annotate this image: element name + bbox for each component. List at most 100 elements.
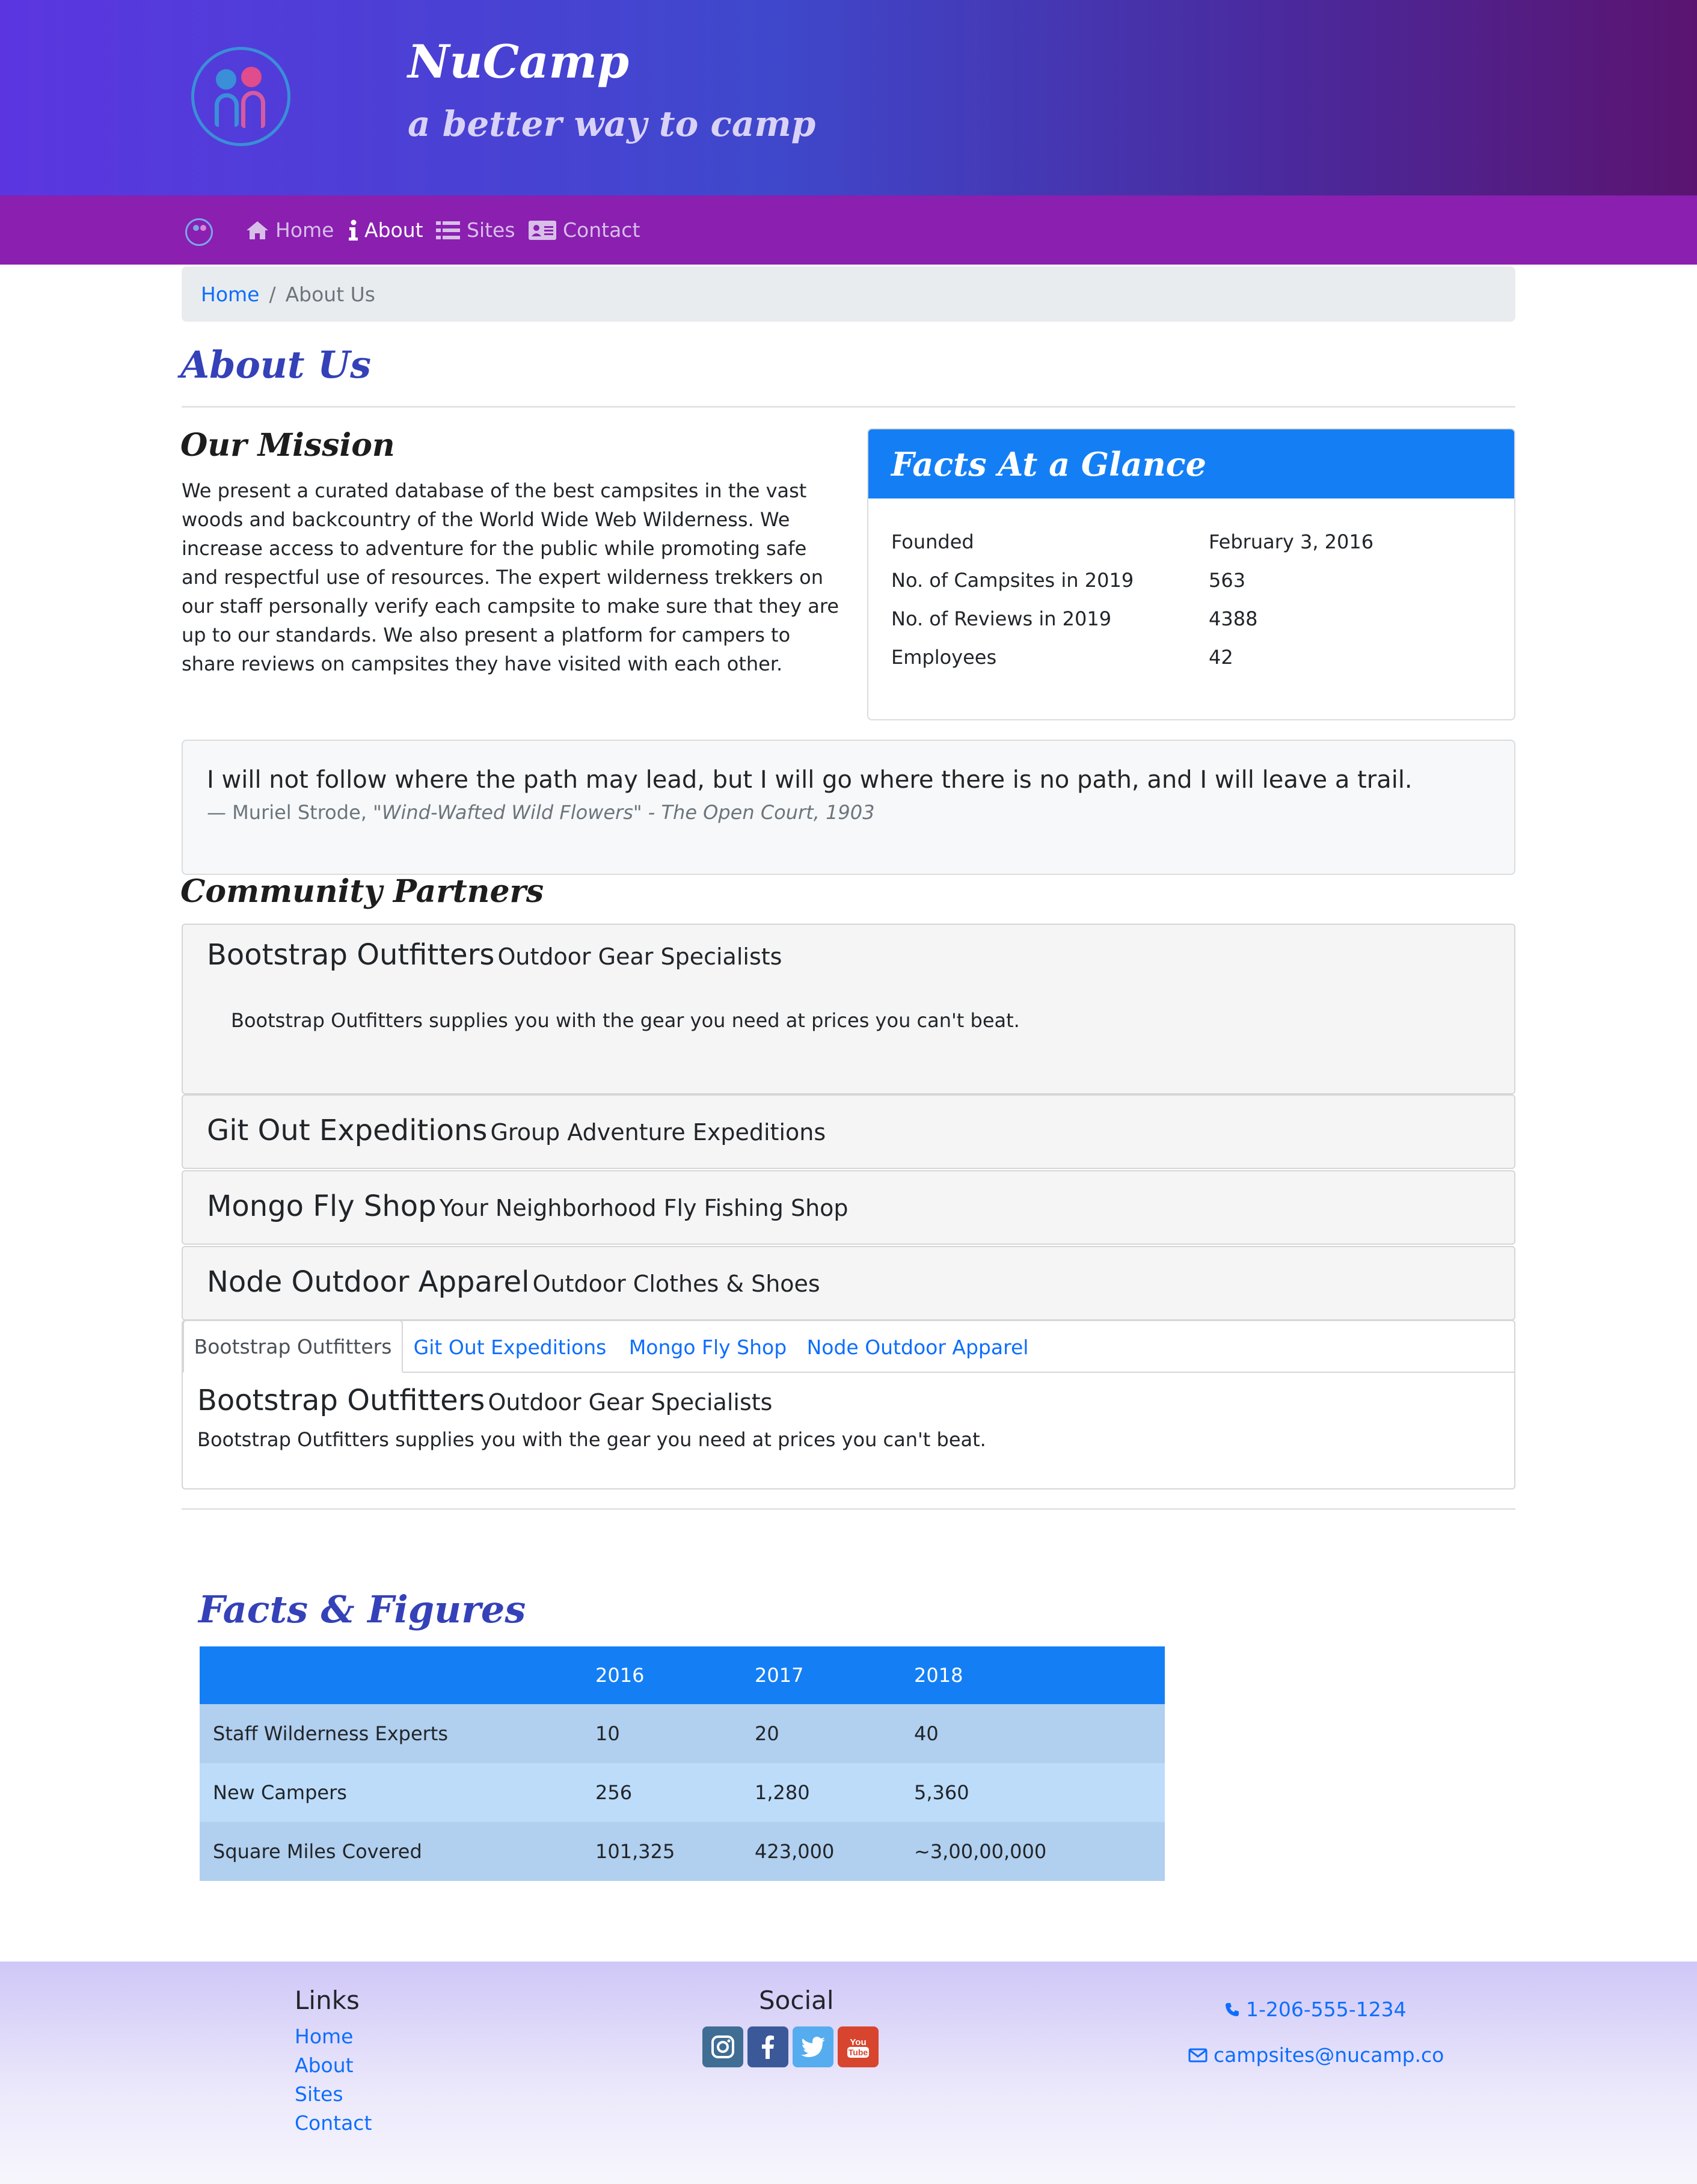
footer-email: campsites@nucamp.co: [1214, 2043, 1444, 2067]
nav-sites[interactable]: Sites: [435, 218, 515, 242]
facebook-icon[interactable]: [747, 2026, 788, 2067]
table-cell: Staff Wilderness Experts: [200, 1704, 595, 1763]
table-row: Square Miles Covered 101,325 423,000 ~3,…: [200, 1822, 1165, 1881]
footer-phone: 1-206-555-1234: [1246, 1998, 1407, 2021]
facts-card-header: Facts At a Glance: [868, 429, 1514, 498]
column-header: 2018: [914, 1646, 1165, 1704]
figures-heading: Facts & Figures: [198, 1587, 526, 1631]
breadcrumb: Home / About Us: [182, 266, 1515, 322]
breadcrumb-current: About Us: [285, 282, 375, 306]
partner-tabs: Bootstrap Outfitters Git Out Expeditions…: [182, 1320, 1515, 1489]
table-cell: 1,280: [755, 1763, 914, 1822]
quote-source: "Wind-Wafted Wild Flowers" - The Open Co…: [373, 801, 875, 824]
footer-link-home[interactable]: Home: [295, 2025, 353, 2048]
partner-subtitle: Outdoor Gear Specialists: [497, 943, 782, 970]
accordion-header[interactable]: Bootstrap Outfitters Outdoor Gear Specia…: [207, 938, 782, 972]
fact-value: 42: [1209, 646, 1233, 669]
fact-value: 563: [1209, 569, 1246, 592]
quote-text: I will not follow where the path may lea…: [207, 766, 1413, 794]
navbar-logo[interactable]: [185, 218, 213, 246]
instagram-icon[interactable]: [702, 2026, 743, 2067]
footer: Links Home About Sites Contact Social Yo…: [0, 1962, 1697, 2184]
fact-row: Founded February 3, 2016: [891, 523, 1491, 561]
column-header: 2017: [755, 1646, 914, 1704]
accordion-item-mongo-fly-shop[interactable]: Mongo Fly Shop Your Neighborhood Fly Fis…: [182, 1170, 1515, 1245]
table-cell: 10: [595, 1704, 755, 1763]
nav-sites-label: Sites: [467, 218, 515, 242]
fact-label: Employees: [891, 646, 997, 669]
breadcrumb-home-link[interactable]: Home: [201, 283, 259, 306]
nucamp-logo: [191, 47, 290, 146]
footer-link-about[interactable]: About: [295, 2054, 354, 2077]
table-header-row: 2016 2017 2018: [200, 1646, 1165, 1704]
accordion-item-bootstrap-outfitters[interactable]: Bootstrap Outfitters Outdoor Gear Specia…: [182, 924, 1515, 1094]
tab-bar: Bootstrap Outfitters Git Out Expeditions…: [183, 1320, 1514, 1373]
figures-table: 2016 2017 2018 Staff Wilderness Experts …: [200, 1646, 1165, 1881]
quote-footer: — Muriel Strode, "Wind-Wafted Wild Flowe…: [207, 801, 1490, 824]
youtube-icon[interactable]: You Tube: [838, 2026, 879, 2067]
page-title: About Us: [180, 343, 372, 387]
table-row: Staff Wilderness Experts 10 20 40: [200, 1704, 1165, 1763]
footer-social-heading: Social: [759, 1986, 834, 2015]
footer-link-sites[interactable]: Sites: [295, 2082, 343, 2106]
twitter-glyph: [801, 2037, 825, 2057]
tab-pane-body: Bootstrap Outfitters supplies you with t…: [197, 1428, 986, 1451]
facts-heading: Facts At a Glance: [891, 444, 1206, 483]
fact-label: No. of Reviews in 2019: [891, 607, 1112, 630]
nav-contact[interactable]: Contact: [528, 218, 640, 242]
partner-name: Node Outdoor Apparel: [207, 1265, 530, 1299]
accordion-header[interactable]: Mongo Fly Shop Your Neighborhood Fly Fis…: [207, 1189, 848, 1223]
fact-row: Employees 42: [891, 638, 1491, 676]
jumbotron: NuCamp a better way to camp: [0, 0, 1697, 195]
table-cell: 5,360: [914, 1763, 1165, 1822]
table-cell: New Campers: [200, 1763, 595, 1822]
brand-tagline: a better way to camp: [408, 103, 816, 144]
svg-text:Tube: Tube: [848, 2048, 868, 2057]
column-header: 2016: [595, 1646, 755, 1704]
nav-contact-label: Contact: [563, 218, 640, 242]
table-cell: 20: [755, 1704, 914, 1763]
table-cell: 40: [914, 1704, 1165, 1763]
info-icon: [349, 219, 358, 241]
svg-text:You: You: [850, 2037, 866, 2048]
footer-phone-link[interactable]: 1-206-555-1234: [1224, 1998, 1407, 2021]
mission-heading: Our Mission: [180, 427, 395, 464]
table-row: New Campers 256 1,280 5,360: [200, 1763, 1165, 1822]
tab-pane-heading: Bootstrap Outfitters Outdoor Gear Specia…: [197, 1384, 772, 1417]
partner-name: Git Out Expeditions: [207, 1114, 488, 1147]
partner-subtitle: Your Neighborhood Fly Fishing Shop: [439, 1195, 848, 1221]
table-cell: 423,000: [755, 1822, 914, 1881]
accordion-item-git-out-expeditions[interactable]: Git Out Expeditions Group Adventure Expe…: [182, 1094, 1515, 1169]
fact-row: No. of Reviews in 2019 4388: [891, 600, 1491, 638]
footer-link-contact[interactable]: Contact: [295, 2111, 372, 2135]
nav-home[interactable]: Home: [245, 218, 334, 242]
table-cell: Square Miles Covered: [200, 1822, 595, 1881]
tab-bootstrap-outfitters[interactable]: Bootstrap Outfitters: [183, 1320, 403, 1373]
tab-git-out-expeditions[interactable]: Git Out Expeditions: [403, 1321, 617, 1373]
footer-links-heading: Links: [295, 1986, 360, 2015]
partner-subtitle: Group Adventure Expeditions: [490, 1119, 826, 1146]
fact-value: 4388: [1209, 607, 1258, 630]
nav-about-label: About: [364, 218, 423, 242]
partner-subtitle: Outdoor Clothes & Shoes: [532, 1271, 820, 1297]
home-icon: [247, 221, 268, 239]
footer-email-link[interactable]: campsites@nucamp.co: [1188, 2043, 1444, 2067]
twitter-icon[interactable]: [793, 2026, 833, 2067]
partner-name: Mongo Fly Shop: [207, 1189, 437, 1223]
nav-about[interactable]: About: [348, 218, 423, 242]
tab-node-outdoor-apparel[interactable]: Node Outdoor Apparel: [799, 1321, 1037, 1373]
accordion-header[interactable]: Git Out Expeditions Group Adventure Expe…: [207, 1114, 826, 1147]
tab-mongo-fly-shop[interactable]: Mongo Fly Shop: [617, 1321, 799, 1373]
table-cell: ~3,00,00,000: [914, 1822, 1165, 1881]
instagram-glyph: [711, 2035, 734, 2058]
divider: [182, 406, 1515, 408]
partner-name: Bootstrap Outfitters: [197, 1384, 485, 1417]
table-cell: 256: [595, 1763, 755, 1822]
youtube-glyph: You Tube: [847, 2037, 869, 2058]
partner-name: Bootstrap Outfitters: [207, 938, 495, 972]
fact-label: Founded: [891, 530, 974, 553]
facebook-glyph: [762, 2035, 774, 2059]
accordion-item-node-outdoor-apparel[interactable]: Node Outdoor Apparel Outdoor Clothes & S…: [182, 1246, 1515, 1321]
accordion-header[interactable]: Node Outdoor Apparel Outdoor Clothes & S…: [207, 1265, 820, 1299]
partner-subtitle: Outdoor Gear Specialists: [488, 1389, 773, 1416]
